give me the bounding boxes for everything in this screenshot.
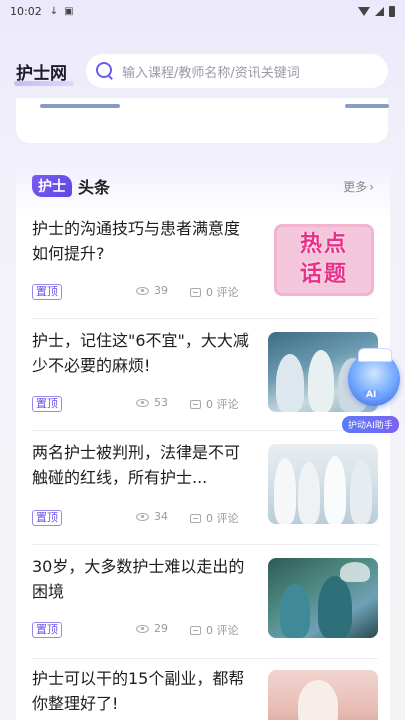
news-section-title: 头条 (78, 178, 111, 197)
news-thumbnail-photo (268, 558, 378, 638)
view-count-value: 29 (154, 622, 168, 635)
comment-icon (190, 287, 201, 297)
news-item-title: 两名护士被判刑，法律是不可触碰的红线，所有护士... (32, 443, 241, 487)
news-item[interactable]: 护士可以干的15个副业，都帮你整理好了! (32, 666, 378, 720)
more-link[interactable]: 更多 › (341, 178, 374, 195)
header: 护士网 输入课程/教师名称/资讯关键词 (0, 52, 405, 92)
news-item[interactable]: 两名护士被判刑，法律是不可触碰的红线，所有护士... 置顶 34 0 评论 (32, 440, 378, 540)
news-item-title: 护士的沟通技巧与患者满意度如何提升? (32, 219, 241, 263)
comment-count: 0 评论 (190, 284, 239, 300)
banner-indicator-right (345, 104, 389, 108)
news-item[interactable]: 护士的沟通技巧与患者满意度如何提升? 置顶 39 0 评论 热点 话题 (32, 216, 378, 316)
comment-count: 0 评论 (190, 622, 239, 638)
news-item[interactable]: 护士，记住这"6不宜"，大大减少不必要的麻烦! 置顶 53 0 评论 (32, 328, 378, 428)
chevron-right-icon: › (369, 180, 374, 194)
divider (32, 430, 378, 431)
eye-icon (136, 624, 149, 633)
battery-icon (389, 5, 395, 17)
status-time: 10:02 (10, 4, 42, 18)
headline-news-card: 护士 头条 更多 › 护士的沟通技巧与患者满意度如何提升? 置顶 39 0 评论 … (16, 158, 390, 720)
brand-title: 护士网 (16, 64, 67, 84)
news-item-title: 护士可以干的15个副业，都帮你整理好了! (32, 669, 245, 713)
pinned-tag: 置顶 (32, 284, 62, 300)
comment-count-value: 0 评论 (206, 398, 239, 411)
ai-face-label: AI (362, 390, 381, 400)
pinned-tag: 置顶 (32, 510, 62, 526)
comment-icon (190, 625, 201, 635)
comment-count-value: 0 评论 (206, 286, 239, 299)
view-count-value: 39 (154, 284, 168, 297)
view-count: 34 (136, 510, 168, 523)
view-count-value: 34 (154, 510, 168, 523)
thumbnail-text-line1: 热点 (299, 232, 348, 257)
ai-assistant-avatar: AI (348, 348, 400, 406)
download-icon: ↓ (49, 5, 59, 17)
search-input[interactable]: 输入课程/教师名称/资讯关键词 (86, 54, 388, 88)
view-count: 53 (136, 396, 168, 409)
nurse-badge: 护士 (32, 175, 72, 197)
notification-icon: ▣ (64, 5, 74, 17)
search-placeholder: 输入课程/教师名称/资讯关键词 (122, 65, 300, 81)
view-count-value: 53 (154, 396, 168, 409)
eye-icon (136, 398, 149, 407)
comment-count-value: 0 评论 (206, 512, 239, 525)
comment-count: 0 评论 (190, 510, 239, 526)
news-item[interactable]: 30岁，大多数护士难以走出的困境 置顶 29 0 评论 (32, 554, 378, 654)
comment-count: 0 评论 (190, 396, 239, 412)
wifi-icon (358, 6, 370, 16)
comment-icon (190, 513, 201, 523)
divider (32, 658, 378, 659)
divider (32, 544, 378, 545)
pinned-tag: 置顶 (32, 622, 62, 638)
ai-assistant-label: 护动AI助手 (342, 416, 399, 433)
comment-icon (190, 399, 201, 409)
view-count: 39 (136, 284, 168, 297)
news-thumbnail-photo (268, 444, 378, 524)
divider (32, 318, 378, 319)
eye-icon (136, 286, 149, 295)
banner-indicator-left (40, 104, 120, 108)
news-item-title: 护士，记住这"6不宜"，大大减少不必要的麻烦! (32, 331, 249, 375)
news-item-title: 30岁，大多数护士难以走出的困境 (32, 557, 245, 601)
news-thumbnail-photo (268, 670, 378, 720)
comment-count-value: 0 评论 (206, 624, 239, 637)
signal-icon (375, 6, 384, 16)
news-thumbnail-hot-topic: 热点 话题 (274, 224, 374, 296)
eye-icon (136, 512, 149, 521)
search-icon (96, 62, 114, 80)
news-header: 护士 头条 (32, 174, 110, 198)
view-count: 29 (136, 622, 168, 635)
more-label: 更多 (343, 180, 368, 194)
thumbnail-text-line2: 话题 (299, 262, 348, 287)
ai-assistant-button[interactable]: AI 护动AI助手 (342, 348, 404, 434)
status-bar: 10:02 ↓ ▣ (0, 0, 405, 22)
pinned-tag: 置顶 (32, 396, 62, 412)
